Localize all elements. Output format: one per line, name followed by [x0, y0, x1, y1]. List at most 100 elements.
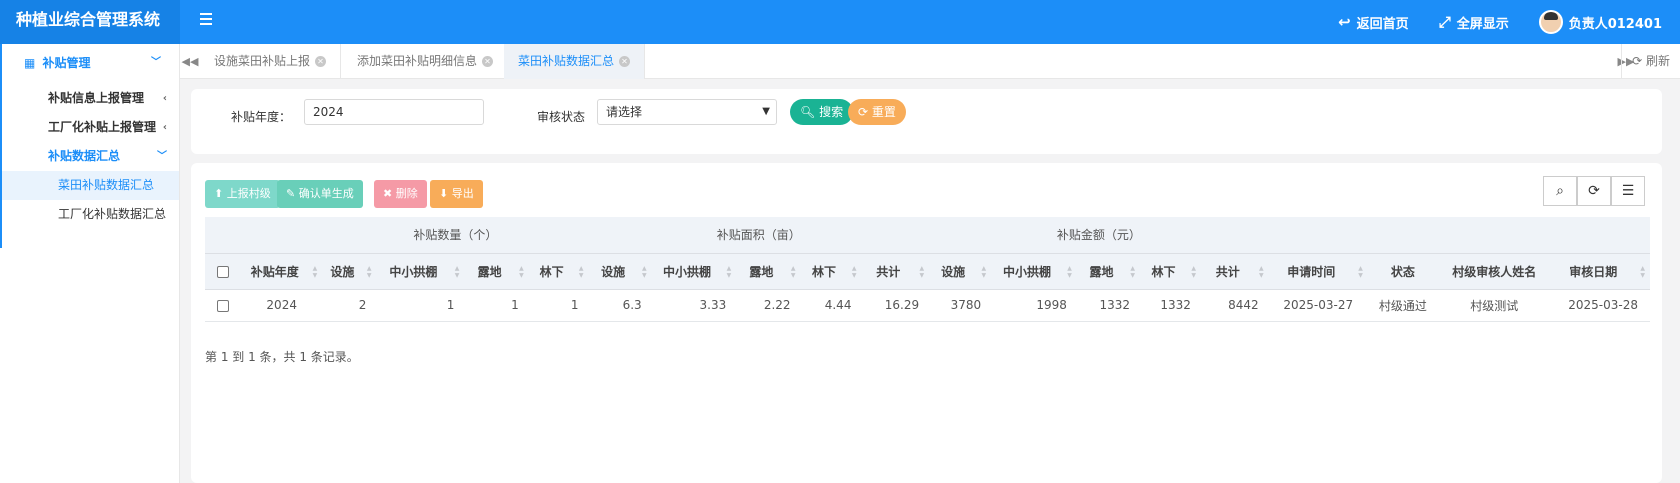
- table-cell: 2: [322, 289, 377, 322]
- search-icon: 🔍︎: [800, 105, 816, 119]
- chevron-down-icon: ▼: [762, 106, 770, 117]
- close-icon[interactable]: ✕: [482, 56, 494, 67]
- column-header[interactable]: 林下: [1140, 252, 1201, 290]
- refresh-table-button[interactable]: ⟳: [1577, 176, 1611, 206]
- search-button[interactable]: 🔍︎ 搜索: [790, 99, 854, 125]
- fullscreen-link[interactable]: ⤢ 全屏显示: [1439, 13, 1509, 32]
- sidebar-item-factory-report[interactable]: 工厂化补贴上报管理 ‹: [0, 113, 179, 142]
- report-village-button[interactable]: ⬆ 上报村级: [205, 180, 280, 208]
- search-panel: 补贴年度： 2024 审核状态 请选择 ▼ 🔍︎ 搜索 ⟳ 重置: [191, 89, 1662, 154]
- column-header[interactable]: 状态: [1367, 252, 1438, 290]
- download-icon: ⬇: [439, 187, 449, 200]
- chevron-left-icon: ‹: [162, 122, 167, 133]
- select-all-checkbox[interactable]: [205, 252, 242, 290]
- tab-facility-report[interactable]: 设施菜田补贴上报 ✕: [200, 44, 342, 79]
- column-header[interactable]: 设施: [588, 252, 652, 290]
- column-header[interactable]: 林下: [800, 252, 862, 290]
- table-cell: 2025-03-27: [1268, 289, 1368, 322]
- refresh-label: 刷新: [1645, 54, 1670, 68]
- column-header[interactable]: 露地: [736, 252, 801, 290]
- close-icon[interactable]: ✕: [619, 56, 631, 67]
- table-cell: 村级测试: [1437, 289, 1551, 322]
- refresh-icon: ⟳: [858, 105, 869, 119]
- data-panel: ⬆ 上报村级 ✎ 确认单生成 ✖ 删除 ⬇ 导出 ⌕ ⟳ ☰ 补贴数量（个） 补贴…: [191, 163, 1662, 483]
- sidebar-item-report[interactable]: 补贴信息上报管理 ‹: [0, 84, 179, 113]
- chevron-down-icon: ﹀: [151, 57, 161, 68]
- arrow-up-icon: ⬆: [214, 187, 224, 200]
- confirm-button-label: 确认单生成: [298, 187, 354, 200]
- sidebar-item-summary[interactable]: 补贴数据汇总 ﹀: [0, 142, 179, 171]
- column-header[interactable]: 中小拱棚: [651, 252, 737, 290]
- tab-scroll-left-icon[interactable]: ◀◀: [180, 44, 200, 79]
- sidebar-item-label: 工厂化补贴上报管理: [48, 120, 157, 134]
- column-header[interactable]: 审核日期: [1550, 252, 1650, 290]
- menu-toggle-icon[interactable]: [200, 10, 220, 30]
- table-cell: 1998: [991, 289, 1077, 322]
- close-icon: ✖: [383, 187, 393, 200]
- app-title: 种植业综合管理系统: [0, 0, 180, 44]
- column-header[interactable]: 中小拱棚: [991, 252, 1077, 290]
- avatar[interactable]: [1538, 10, 1563, 34]
- table-cell: 1: [464, 289, 529, 322]
- group-subsidy-area: 补贴面积（亩）: [588, 217, 930, 253]
- group-blank-right: [1268, 217, 1650, 253]
- export-button-label: 导出: [451, 187, 474, 200]
- search-icon: ⌕: [1556, 183, 1564, 199]
- table-cell: 1: [376, 289, 465, 322]
- row-checkbox-cell[interactable]: [205, 289, 242, 322]
- table-cell: 2025-03-28: [1550, 289, 1650, 322]
- calculator-icon: ▦: [24, 56, 36, 70]
- year-input[interactable]: 2024: [304, 99, 484, 125]
- confirm-generate-button[interactable]: ✎ 确认单生成: [277, 180, 363, 208]
- checkbox-icon[interactable]: [217, 265, 230, 278]
- close-icon[interactable]: ✕: [315, 56, 327, 67]
- table-row[interactable]: 2024 2 1 1 1 6.3 3.33 2.22 4.44 16.29 3780 1998 1332…: [205, 289, 1650, 322]
- status-select-value: 请选择: [606, 105, 643, 119]
- column-header[interactable]: 补贴年度: [241, 252, 323, 290]
- group-subsidy-count: 补贴数量（个）: [322, 217, 589, 253]
- data-table: 补贴数量（个）补贴面积（亩）补贴金额（元） 补贴年度设施中小拱棚露地林下设施中小…: [205, 217, 1650, 322]
- tab-label: 菜田补贴数据汇总: [518, 54, 615, 68]
- sidebar-item-label: 补贴数据汇总: [48, 149, 121, 163]
- column-header[interactable]: 露地: [1076, 252, 1141, 290]
- sidebar-subitem-vegetable-summary[interactable]: 菜田补贴数据汇总: [0, 171, 179, 200]
- search-button-label: 搜索: [819, 105, 844, 119]
- row-checkbox[interactable]: [217, 299, 230, 312]
- tab-add-detail[interactable]: 添加菜田补贴明细信息 ✕: [343, 44, 509, 79]
- user-name[interactable]: 负责人012401: [1569, 13, 1662, 32]
- expand-icon: ⤢: [1438, 13, 1451, 31]
- column-header[interactable]: 林下: [528, 252, 589, 290]
- export-button[interactable]: ⬇ 导出: [430, 180, 483, 208]
- column-header[interactable]: 中小拱棚: [376, 252, 465, 290]
- sidebar-group-subsidy[interactable]: ▦ 补贴管理 ﹀: [0, 45, 179, 81]
- columns-button[interactable]: ☰: [1611, 176, 1645, 206]
- table-cell: 3780: [929, 289, 992, 322]
- header-actions: ↩ 返回首页 ⤢ 全屏显示 负责人012401: [1338, 0, 1680, 44]
- reset-button[interactable]: ⟳ 重置: [848, 99, 906, 125]
- refresh-button[interactable]: ⟳ 刷新: [1621, 44, 1680, 79]
- column-header[interactable]: 共计: [1200, 252, 1269, 290]
- column-header[interactable]: 设施: [929, 252, 992, 290]
- back-home-link[interactable]: ↩ 返回首页: [1338, 13, 1409, 32]
- fullscreen-label: 全屏显示: [1456, 16, 1509, 32]
- edit-icon: ✎: [286, 187, 296, 200]
- column-header[interactable]: 露地: [464, 252, 529, 290]
- column-header[interactable]: 设施: [322, 252, 377, 290]
- tab-vegetable-summary[interactable]: 菜田补贴数据汇总 ✕: [504, 44, 646, 79]
- list-icon: ☰: [1621, 183, 1635, 199]
- column-header[interactable]: 共计: [861, 252, 930, 290]
- tab-label: 添加菜田补贴明细信息: [357, 54, 478, 68]
- table-cell: 3.33: [651, 289, 737, 322]
- status-select[interactable]: 请选择 ▼: [597, 99, 777, 125]
- search-toggle-button[interactable]: ⌕: [1543, 176, 1577, 206]
- table-cell: 8442: [1200, 289, 1269, 322]
- sidebar-subitem-factory-summary[interactable]: 工厂化补贴数据汇总: [0, 200, 179, 229]
- tab-bar: ◀◀ 设施菜田补贴上报 ✕ 添加菜田补贴明细信息 ✕ 菜田补贴数据汇总 ✕ ▶▶ ⟳ …: [180, 44, 1680, 79]
- table-cell: 16.29: [861, 289, 930, 322]
- delete-button[interactable]: ✖ 删除: [374, 180, 427, 208]
- table-cell: 2.22: [736, 289, 801, 322]
- column-header[interactable]: 村级审核人姓名: [1437, 252, 1551, 290]
- top-header: 种植业综合管理系统 ↩ 返回首页 ⤢ 全屏显示 负责人012401: [0, 0, 1680, 44]
- group-blank-left: [205, 217, 323, 253]
- column-header[interactable]: 申请时间: [1268, 252, 1368, 290]
